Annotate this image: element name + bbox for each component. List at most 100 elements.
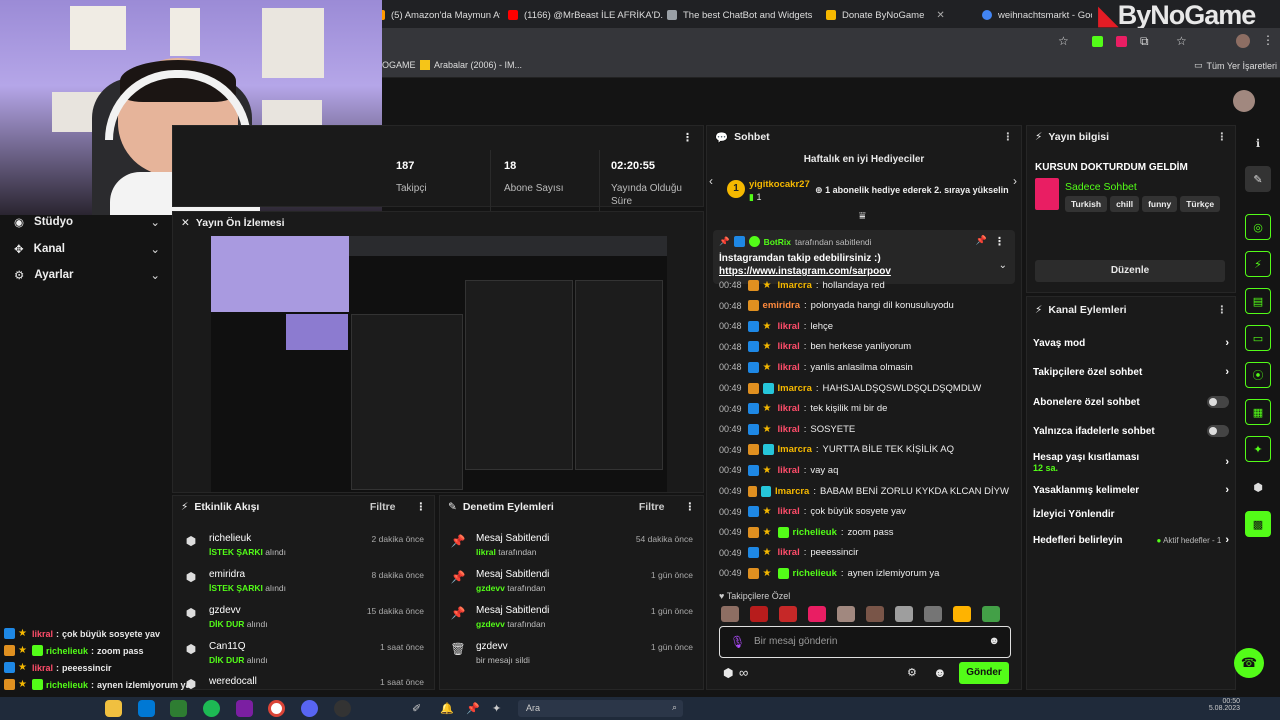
menu-icon[interactable]: ⋮ bbox=[685, 501, 696, 513]
pencil-icon[interactable]: ✎ bbox=[1245, 166, 1271, 192]
message-user[interactable]: likral bbox=[778, 506, 800, 517]
send-button[interactable]: Gönder bbox=[959, 662, 1009, 684]
emote-picker-icon[interactable]: ☻ bbox=[933, 665, 947, 680]
chat-message[interactable]: 00:49 ★ likral: tek kişilik mi bir de bbox=[719, 400, 1009, 418]
emote-icon[interactable] bbox=[808, 606, 826, 622]
extension-icon[interactable] bbox=[1116, 36, 1127, 47]
menu-icon[interactable]: ⋮ bbox=[994, 235, 1005, 248]
chat-input[interactable]: 🎙 Bir mesaj gönderin ☻ bbox=[719, 626, 1011, 658]
menu-icon[interactable]: ⋮ bbox=[416, 501, 427, 513]
close-icon[interactable]: ✕ bbox=[936, 10, 944, 21]
excel-icon[interactable] bbox=[170, 700, 187, 717]
spotify-icon[interactable] bbox=[203, 700, 220, 717]
chat-message[interactable]: 00:48 ★ likral: lehçe bbox=[719, 317, 1009, 335]
bookmark-item[interactable]: Arabalar (2006) - IM... bbox=[420, 60, 522, 70]
points-icon[interactable]: ⬢ bbox=[1245, 474, 1271, 500]
browser-tab[interactable]: weihnachtsmarkt - Goo... bbox=[982, 4, 1092, 26]
emote-icon[interactable] bbox=[721, 606, 739, 622]
discord-icon[interactable] bbox=[301, 700, 318, 717]
activity-item[interactable]: ⬢ Can11Q DİK DUR alındı 1 saat önce bbox=[173, 639, 434, 675]
obs-icon[interactable] bbox=[334, 700, 351, 717]
nav-settings[interactable]: ⚙ Ayarlar ⌄ bbox=[14, 268, 160, 282]
support-icon[interactable]: ☎ bbox=[1234, 648, 1264, 678]
gear-icon[interactable]: ⚙ bbox=[907, 666, 917, 679]
message-user[interactable]: Imarcra bbox=[778, 444, 812, 455]
document-icon[interactable]: ▤ bbox=[1245, 288, 1271, 314]
tray-icon[interactable]: ✦ bbox=[492, 702, 501, 715]
wrench-icon[interactable]: ✦ bbox=[1245, 436, 1271, 462]
chat-message[interactable]: 00:49 Imarcra: YURTTA BİLE TEK KİŞİLİK AQ bbox=[719, 441, 1009, 459]
outlook-icon[interactable] bbox=[138, 700, 155, 717]
host-row[interactable]: İzleyici Yönlendir bbox=[1033, 509, 1229, 520]
menu-icon[interactable]: ⋮ bbox=[682, 131, 693, 144]
moderation-item[interactable]: 🗑 gzdevv bir mesajı sildi 1 gün önce bbox=[440, 639, 703, 675]
message-user[interactable]: likral bbox=[778, 321, 800, 332]
points-icon[interactable]: ⬢ bbox=[723, 666, 733, 680]
browser-tab[interactable]: (5) Amazon'da Maymun Av...✕ bbox=[375, 4, 500, 26]
account-age-row[interactable]: Hesap yaşı kısıtlaması 12 sa. › bbox=[1033, 449, 1229, 475]
extension-icon[interactable] bbox=[1092, 36, 1103, 47]
bookmark-item[interactable]: OGAME bbox=[382, 60, 416, 70]
chevron-down-icon[interactable]: ⌄ bbox=[999, 260, 1007, 271]
slow-mode-row[interactable]: Yavaş mod › bbox=[1033, 337, 1229, 349]
chat-message[interactable]: 00:49 ★ likral: çok büyük sosyete yav bbox=[719, 503, 1009, 521]
emote-icon[interactable] bbox=[837, 606, 855, 622]
browser-tab[interactable]: (1166) @MrBeast İLE AFRİKA'D...✕ bbox=[508, 4, 663, 26]
database-icon[interactable]: ▦ bbox=[1245, 399, 1271, 425]
emote-icon[interactable] bbox=[750, 606, 768, 622]
chat-message[interactable]: 00:48 ★ Imarcra: hollandaya red bbox=[719, 276, 1009, 294]
message-user[interactable]: richelieuk bbox=[793, 568, 837, 579]
chat-message[interactable]: 00:49 ★ likral: peeessincir bbox=[719, 544, 1009, 562]
lightning-icon[interactable]: ⚡ bbox=[1245, 251, 1271, 277]
chat-message[interactable]: 00:49 ★ richelieuk: zoom pass bbox=[719, 523, 1009, 541]
star-icon[interactable]: ☆ bbox=[1176, 34, 1187, 48]
message-user[interactable]: richelieuk bbox=[793, 527, 837, 538]
filter-button[interactable]: Filtre bbox=[370, 501, 396, 513]
subscribers-only-toggle[interactable] bbox=[1207, 396, 1229, 408]
message-user[interactable]: likral bbox=[778, 341, 800, 352]
taskbar-search[interactable]: Ara ⌕ bbox=[518, 700, 683, 717]
message-user[interactable]: likral bbox=[778, 547, 800, 558]
camera-icon[interactable]: ◎ bbox=[1245, 214, 1271, 240]
tray-icon[interactable]: ✐ bbox=[412, 702, 421, 715]
message-user[interactable]: likral bbox=[778, 424, 800, 435]
goals-row[interactable]: Hedefleri belirleyin ● Aktif hedefler - 1… bbox=[1033, 534, 1229, 546]
chat-message[interactable]: 00:49 Imarcra: HAHSJALDŞQSWLDŞQLDŞQMDLW bbox=[719, 379, 1009, 397]
nav-studio[interactable]: ◉ Stüdyo ⌄ bbox=[14, 215, 160, 229]
extension-icon[interactable]: ⧉ bbox=[1140, 34, 1149, 49]
banned-words-row[interactable]: Yasaklanmış kelimeler › bbox=[1033, 484, 1229, 496]
message-user[interactable]: likral bbox=[778, 465, 800, 476]
activity-item[interactable]: ⬢ richelieuk İSTEK ŞARKI alındı 2 dakika ön… bbox=[173, 531, 434, 567]
infinity-icon[interactable]: ∞ bbox=[739, 665, 748, 680]
message-user[interactable]: Imarcra bbox=[778, 383, 812, 394]
folder-icon[interactable] bbox=[105, 700, 122, 717]
tag[interactable]: chill bbox=[1110, 196, 1140, 212]
bell-icon[interactable]: 🔔 bbox=[440, 702, 454, 715]
message-user[interactable]: likral bbox=[778, 362, 800, 373]
app-icon[interactable] bbox=[236, 700, 253, 717]
menu-icon[interactable]: ⋮ bbox=[1003, 131, 1014, 143]
moderation-item[interactable]: 📌 Mesaj Sabitlendi gzdevv tarafından 1 gün … bbox=[440, 567, 703, 603]
chat-message[interactable]: 00:48 ★ likral: ben herkese yanliyorum bbox=[719, 338, 1009, 356]
info-icon[interactable]: ℹ bbox=[1245, 130, 1271, 156]
clock[interactable]: 00:50 5.08.2023 bbox=[1200, 698, 1240, 712]
chrome-icon[interactable] bbox=[268, 700, 285, 717]
menu-icon[interactable]: ⋮ bbox=[1217, 131, 1228, 143]
moderation-item[interactable]: 📌 Mesaj Sabitlendi gzdevv tarafından 1 gün … bbox=[440, 603, 703, 639]
message-user[interactable]: likral bbox=[778, 403, 800, 414]
edit-button[interactable]: Düzenle bbox=[1035, 260, 1225, 282]
microphone-icon[interactable]: 🎙 bbox=[730, 635, 745, 649]
all-bookmarks[interactable]: ▭ Tüm Yer İşaretleri bbox=[1194, 60, 1277, 71]
emote-icon[interactable] bbox=[982, 606, 1000, 622]
tag[interactable]: funny bbox=[1142, 196, 1178, 212]
filter-button[interactable]: Filtre bbox=[639, 501, 665, 513]
emote-icon[interactable] bbox=[895, 606, 913, 622]
collapse-icon[interactable]: ⩸ bbox=[859, 210, 866, 223]
user-avatar[interactable] bbox=[1233, 90, 1255, 112]
message-user[interactable]: emiridra bbox=[763, 300, 801, 311]
preview-video[interactable] bbox=[211, 236, 667, 492]
emote-icon[interactable] bbox=[953, 606, 971, 622]
chevron-left-icon[interactable]: ‹ bbox=[709, 174, 713, 188]
category-name[interactable]: Sadece Sohbet bbox=[1065, 181, 1137, 193]
chat-message[interactable]: 00:48 ★ likral: yanlis anlasilma olmasin bbox=[719, 358, 1009, 376]
